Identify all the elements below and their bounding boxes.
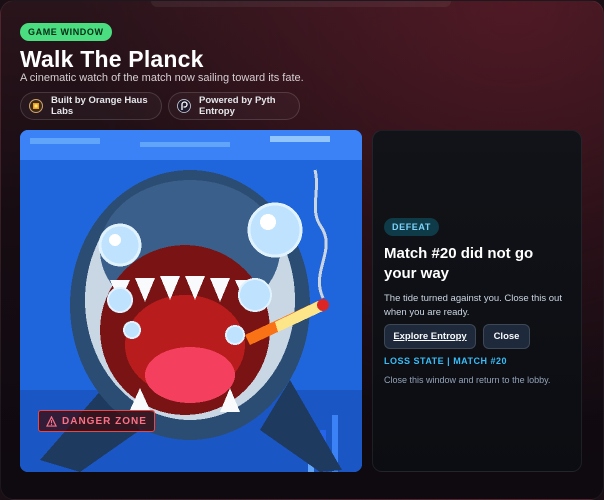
danger-zone-label: DANGER ZONE xyxy=(38,410,155,432)
pyth-credit-label: Powered by Pyth Entropy xyxy=(199,95,276,117)
orange-haus-logo-icon xyxy=(29,99,43,113)
window-top-strip xyxy=(151,1,451,7)
loss-state-label: LOSS STATE | MATCH #20 xyxy=(384,356,508,366)
orange-haus-credit-chip[interactable]: Built by Orange Haus Labs xyxy=(20,92,162,120)
result-body: The tide turned against you. Close this … xyxy=(384,293,562,318)
defeat-badge: DEFEAT xyxy=(384,218,439,236)
explore-entropy-button[interactable]: Explore Entropy xyxy=(384,324,476,349)
warning-triangle-icon xyxy=(46,415,57,427)
lobby-hint: Close this window and return to the lobb… xyxy=(384,375,551,385)
danger-zone-text: DANGER ZONE xyxy=(62,415,147,427)
result-title: Match #20 did not go your way xyxy=(384,245,534,282)
game-window-badge: GAME WINDOW xyxy=(20,23,112,41)
page-title: Walk The Planck xyxy=(20,46,204,72)
pyth-logo-icon xyxy=(177,99,191,113)
orange-haus-credit-label: Built by Orange Haus Labs xyxy=(51,95,148,117)
page-subtitle: A cinematic watch of the match now saili… xyxy=(20,72,304,84)
close-button[interactable]: Close xyxy=(483,324,530,349)
pyth-credit-chip[interactable]: Powered by Pyth Entropy xyxy=(168,92,300,120)
